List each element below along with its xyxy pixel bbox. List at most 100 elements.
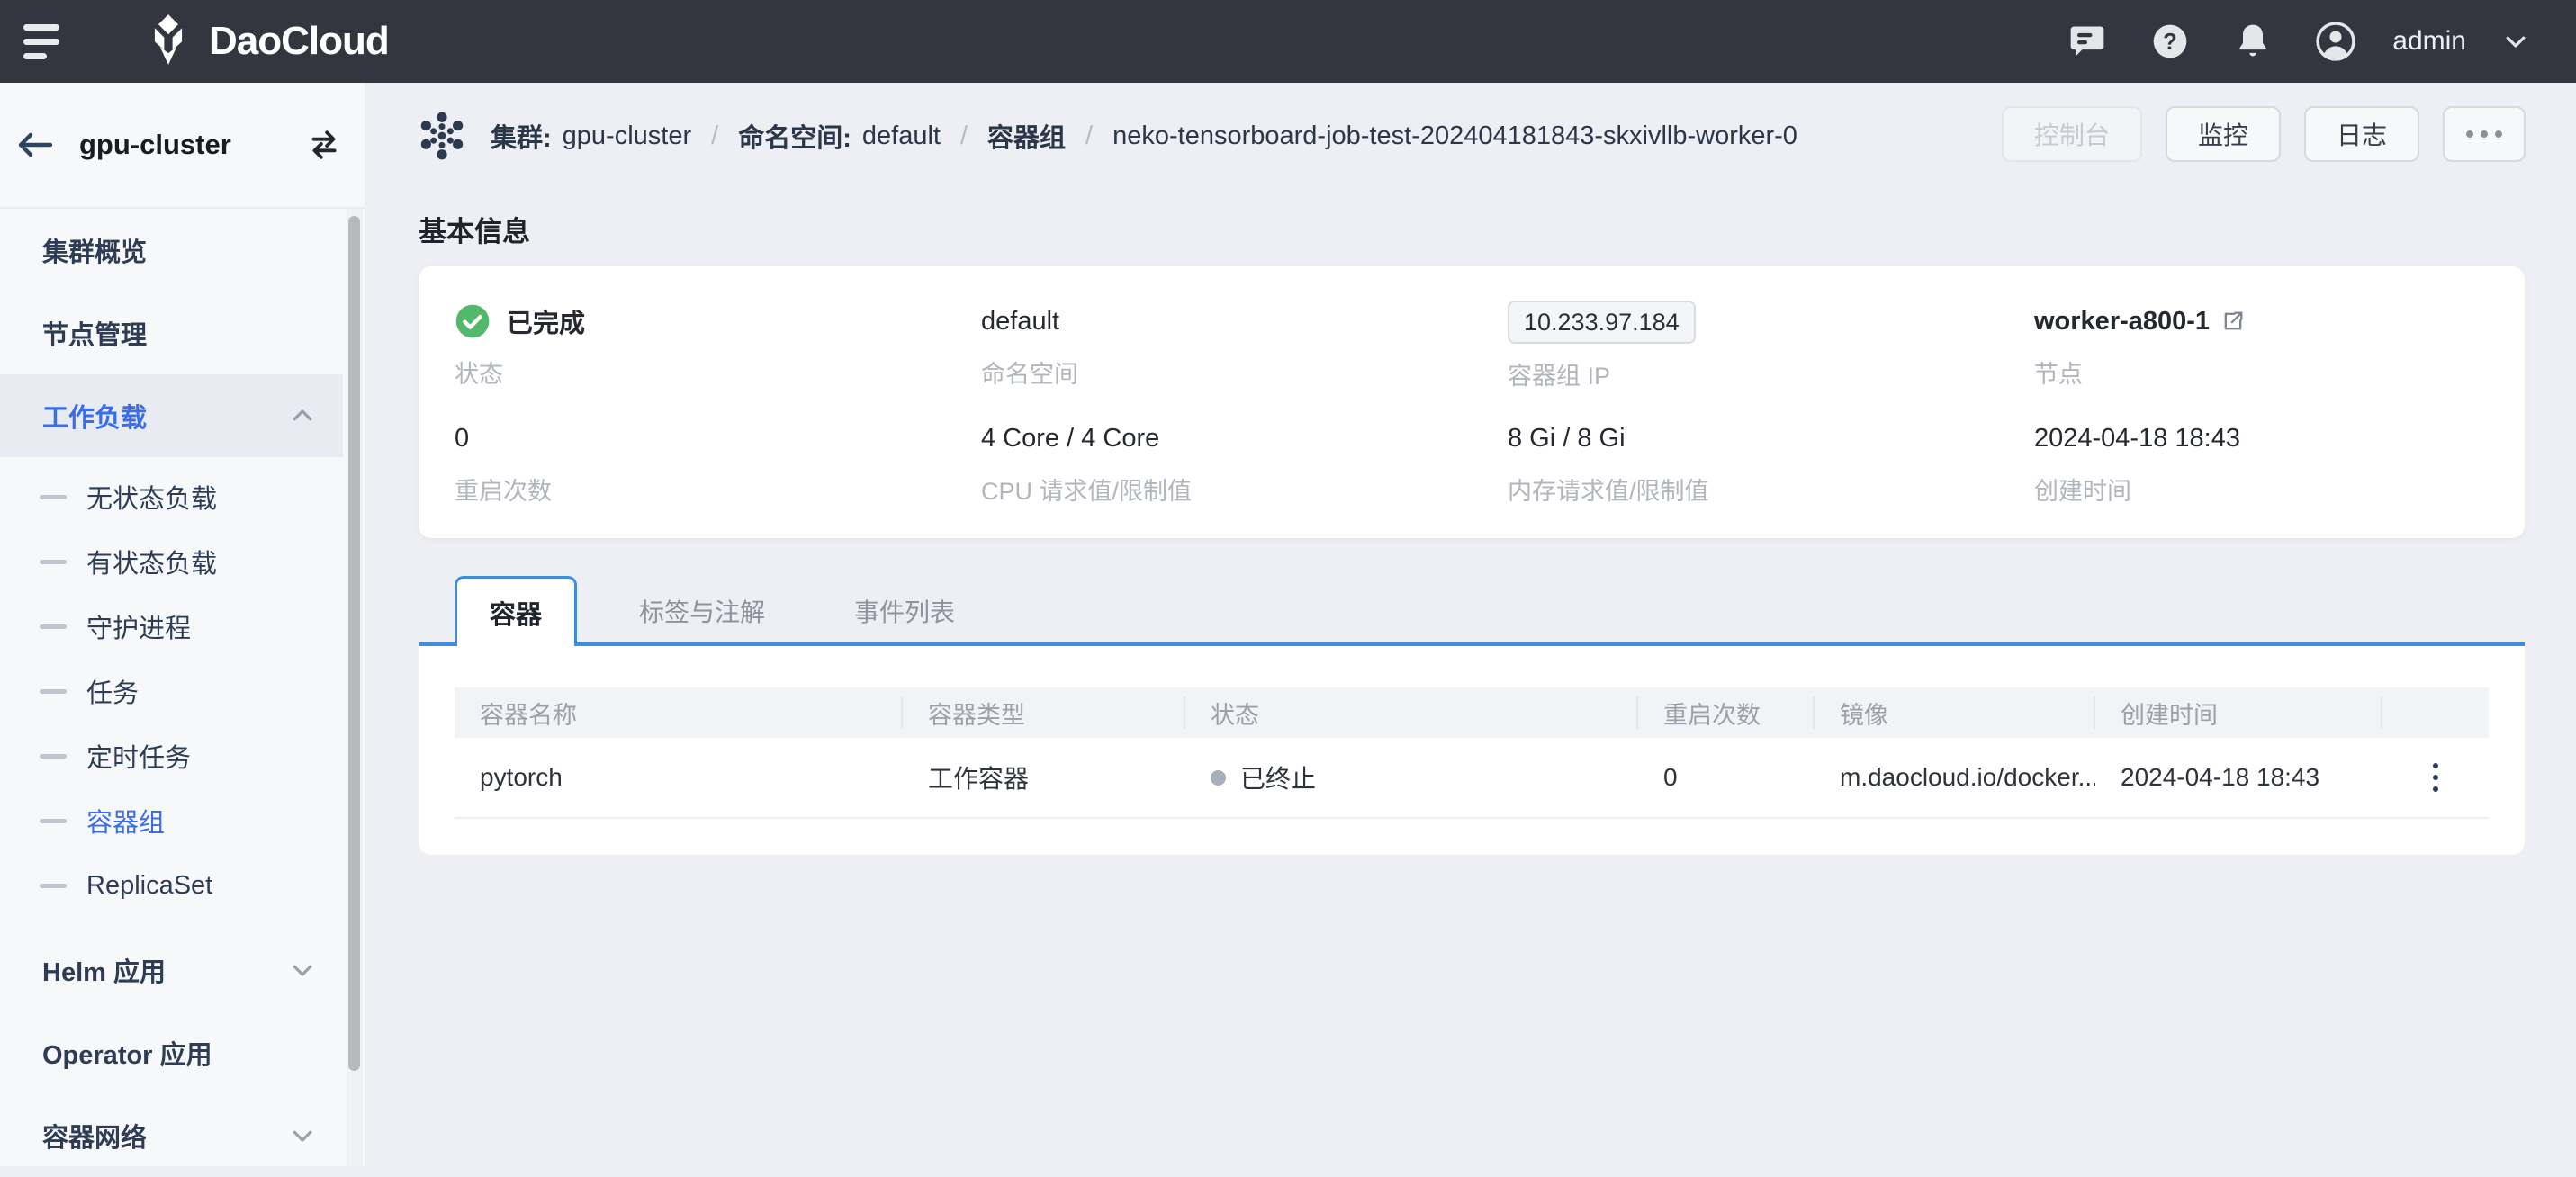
node-label: 节点 (2034, 355, 2525, 390)
page-actions: 控制台 监控 日志 (2002, 106, 2526, 162)
chevron-up-icon (289, 402, 316, 429)
header-container-name: 容器名称 (455, 696, 903, 729)
monitor-button[interactable]: 监控 (2166, 106, 2281, 162)
tab-containers[interactable]: 容器 (455, 576, 577, 646)
sidebar-item-replicaset[interactable]: ReplicaSet (0, 853, 343, 918)
breadcrumb-cluster-value[interactable]: gpu-cluster (563, 121, 691, 151)
breadcrumb-pods-label[interactable]: 容器组 (987, 117, 1066, 155)
dash-icon (40, 819, 67, 823)
sidebar-item-deployments[interactable]: 无状态负载 (0, 464, 343, 529)
sidebar-scrollbar-thumb[interactable] (348, 216, 360, 1071)
hamburger-icon[interactable] (23, 23, 65, 59)
restarts-label: 重启次数 (455, 472, 945, 507)
pod-ip-label: 容器组 IP (1508, 356, 1998, 391)
avatar[interactable] (2315, 21, 2356, 62)
tab-events[interactable]: 事件列表 (854, 576, 955, 646)
namespace-label: 命名空间 (981, 355, 1472, 390)
breadcrumb-separator: / (960, 121, 968, 151)
sidebar-header: gpu-cluster (0, 83, 365, 209)
logs-button[interactable]: 日志 (2304, 106, 2419, 162)
chevron-down-icon[interactable] (2495, 21, 2536, 62)
created-value: 2024-04-18 18:43 (2034, 418, 2525, 459)
sidebar-item-cronjobs[interactable]: 定时任务 (0, 723, 343, 788)
sidebar-item-cluster-overview[interactable]: 集群概览 (0, 209, 343, 292)
main-content: 集群: gpu-cluster / 命名空间: default / 容器组 / … (365, 83, 2576, 1166)
external-link-icon (2220, 309, 2246, 334)
dash-icon (40, 689, 67, 694)
header-actions (2382, 696, 2489, 729)
field-memory: 8 Gi / 8 Gi 内存请求值/限制值 (1472, 418, 1998, 535)
sidebar-item-workloads[interactable]: 工作负载 (0, 374, 343, 457)
created-label: 创建时间 (2034, 472, 2525, 507)
pod-ip-badge: 10.233.97.184 (1508, 301, 1696, 344)
tab-labels-annotations[interactable]: 标签与注解 (639, 576, 765, 646)
breadcrumb-cluster-label: 集群: (491, 117, 552, 155)
user-name[interactable]: admin (2392, 26, 2466, 57)
brand[interactable]: DaoCloud (142, 13, 389, 70)
field-created: 2024-04-18 18:43 创建时间 (1998, 418, 2525, 535)
chat-icon[interactable] (2067, 21, 2108, 62)
memory-value: 8 Gi / 8 Gi (1508, 418, 1998, 459)
topbar-actions: ? admin (2067, 21, 2536, 62)
sidebar-item-pods[interactable]: 容器组 (0, 788, 343, 853)
console-button[interactable]: 控制台 (2002, 106, 2142, 162)
breadcrumb: 集群: gpu-cluster / 命名空间: default / 容器组 / … (417, 108, 1797, 164)
sidebar-item-daemonsets[interactable]: 守护进程 (0, 594, 343, 659)
cell-actions (2382, 758, 2489, 797)
sidebar-item-statefulsets[interactable]: 有状态负载 (0, 529, 343, 594)
cell-image: m.daocloud.io/docker.... (1815, 763, 2095, 792)
ellipsis-icon (2466, 130, 2473, 138)
sidebar-item-container-network[interactable]: 容器网络 (0, 1094, 343, 1177)
help-icon[interactable]: ? (2149, 21, 2191, 62)
breadcrumb-namespace-label: 命名空间: (738, 117, 851, 155)
sidebar-item-helm-apps[interactable]: Helm 应用 (0, 929, 343, 1011)
field-cpu: 4 Core / 4 Core CPU 请求值/限制值 (945, 418, 1472, 535)
cpu-label: CPU 请求值/限制值 (981, 472, 1472, 507)
cell-container-type: 工作容器 (903, 759, 1185, 795)
node-link[interactable]: worker-a800-1 (2034, 301, 2525, 342)
daocloud-logo-icon (142, 13, 194, 70)
brand-name: DaoCloud (209, 19, 389, 64)
cluster-name: gpu-cluster (79, 129, 231, 161)
table-header-row: 容器名称 容器类型 状态 重启次数 镜像 创建时间 (455, 687, 2489, 738)
field-restarts: 0 重启次数 (419, 418, 945, 535)
breadcrumb-separator: / (711, 121, 718, 151)
header-image: 镜像 (1815, 696, 2095, 729)
memory-label: 内存请求值/限制值 (1508, 472, 1998, 507)
basic-info-title: 基本信息 (419, 209, 530, 249)
more-actions-button[interactable] (2443, 106, 2526, 162)
header-status: 状态 (1185, 696, 1638, 729)
table-row: pytorch 工作容器 已终止 0 m.daocloud.io/docker.… (455, 738, 2489, 819)
cell-restarts: 0 (1638, 763, 1815, 792)
kebab-menu-icon[interactable] (2427, 758, 2444, 797)
back-arrow-icon[interactable] (16, 131, 54, 158)
switch-cluster-icon[interactable] (307, 128, 341, 162)
chevron-down-icon (289, 957, 316, 984)
containers-panel: 容器名称 容器类型 状态 重启次数 镜像 创建时间 pytorch 工作容器 已… (419, 646, 2525, 855)
dash-icon (40, 754, 67, 759)
sidebar-item-operator-apps[interactable]: Operator 应用 (0, 1011, 343, 1094)
check-circle-icon (455, 303, 491, 339)
containers-table: 容器名称 容器类型 状态 重启次数 镜像 创建时间 pytorch 工作容器 已… (455, 687, 2489, 819)
topbar: DaoCloud ? admin (0, 0, 2576, 83)
ellipsis-icon (2481, 130, 2488, 138)
breadcrumb-pod-name: neko-tensorboard-job-test-202404181843-s… (1112, 121, 1797, 151)
ellipsis-icon (2495, 130, 2502, 138)
sidebar: gpu-cluster 集群概览 节点管理 工作负载 无状态负载 有状态负载 守… (0, 83, 365, 1166)
status-dot-icon (1211, 770, 1226, 786)
header-container-type: 容器类型 (903, 696, 1185, 729)
field-pod-ip: 10.233.97.184 容器组 IP (1472, 301, 1998, 418)
field-node: worker-a800-1 节点 (1998, 301, 2525, 418)
cell-status: 已终止 (1185, 759, 1638, 795)
status-value: 已完成 (507, 302, 585, 340)
basic-info-card: 已完成 状态 default 命名空间 10.233.97.184 容器组 IP… (419, 266, 2525, 538)
sidebar-item-jobs[interactable]: 任务 (0, 659, 343, 723)
svg-text:?: ? (2163, 30, 2177, 55)
cluster-dots-icon (417, 111, 467, 161)
sidebar-item-node-management[interactable]: 节点管理 (0, 292, 343, 374)
breadcrumb-namespace-value[interactable]: default (862, 121, 941, 151)
cpu-value: 4 Core / 4 Core (981, 418, 1472, 459)
node-value: worker-a800-1 (2034, 307, 2210, 337)
status-label: 状态 (455, 355, 945, 390)
bell-icon[interactable] (2232, 21, 2274, 62)
